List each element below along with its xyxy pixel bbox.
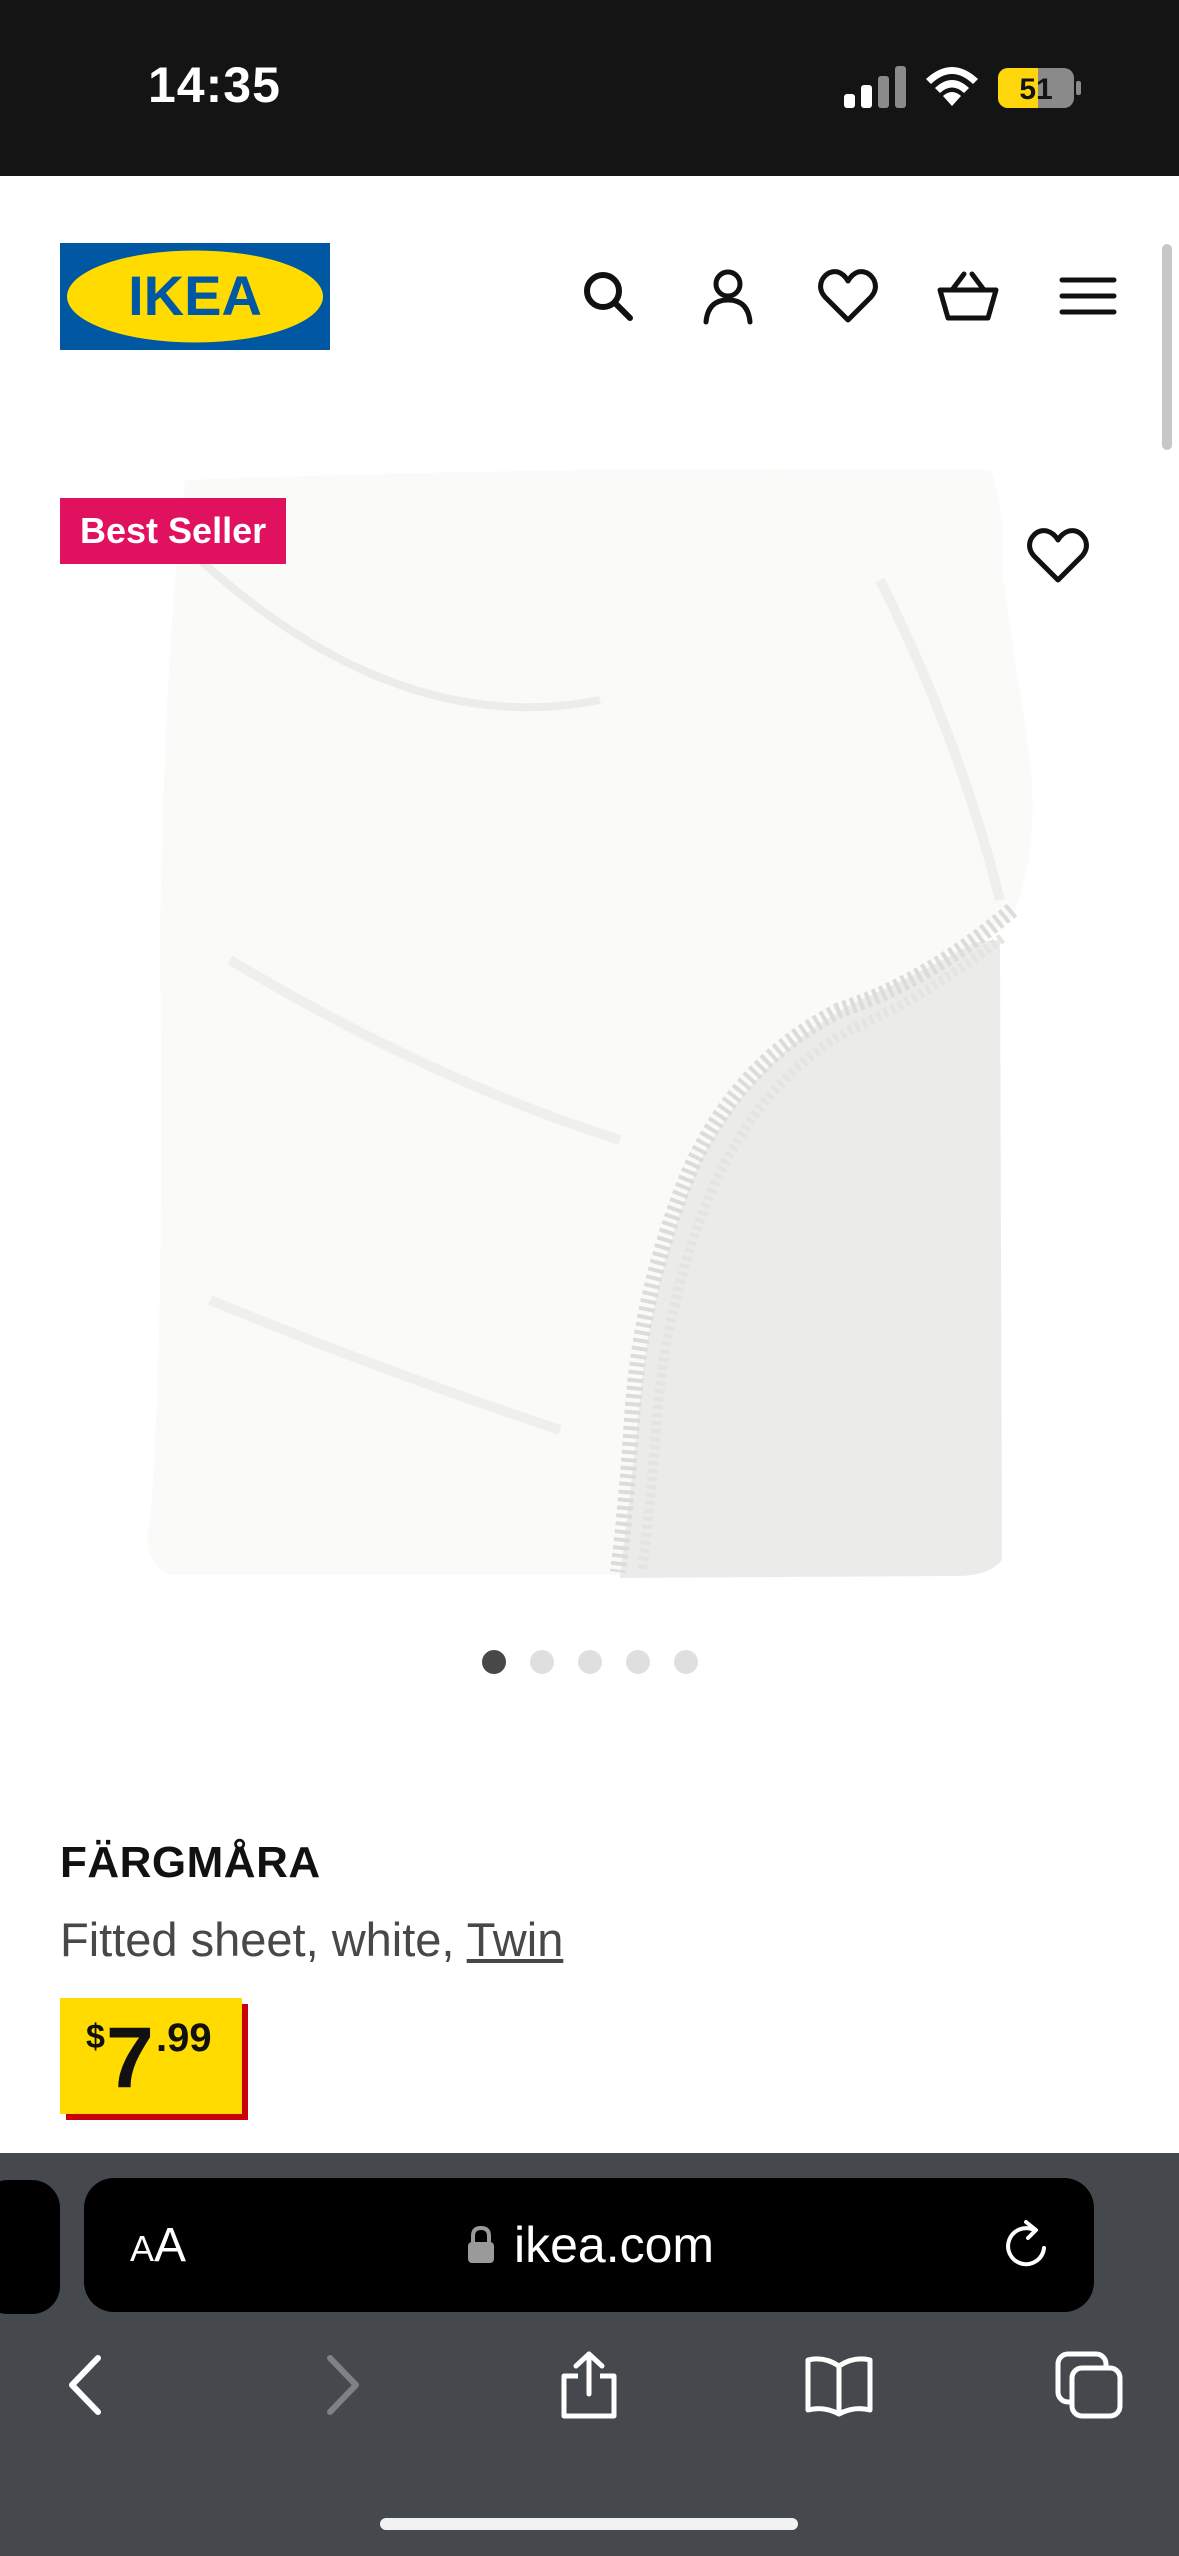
- best-seller-badge: Best Seller: [60, 498, 287, 564]
- lock-icon: [468, 2226, 494, 2263]
- cart-icon[interactable]: [936, 264, 1000, 328]
- size-link[interactable]: Twin: [467, 1913, 564, 1966]
- product-name: FÄRGMÅRA: [60, 1838, 321, 1887]
- address-bar[interactable]: AA ikea.com: [84, 2178, 1094, 2312]
- reload-icon[interactable]: [1000, 2218, 1054, 2272]
- image-carousel-dots: [0, 1650, 1179, 1674]
- product-type-color: Fitted sheet, white,: [60, 1913, 467, 1966]
- carousel-dot-2[interactable]: [530, 1650, 554, 1674]
- battery-level: 51: [1019, 73, 1052, 106]
- bookmarks-icon[interactable]: [804, 2350, 874, 2420]
- page-scrollbar[interactable]: [1162, 244, 1172, 450]
- tabs-icon[interactable]: [1054, 2350, 1124, 2420]
- ikea-logo[interactable]: IKEA: [60, 243, 330, 350]
- wishlist-heart-icon[interactable]: [1024, 524, 1092, 586]
- carousel-dot-1[interactable]: [482, 1650, 506, 1674]
- url-text[interactable]: ikea.com: [514, 2216, 714, 2274]
- previous-tab-preview[interactable]: [0, 2180, 60, 2314]
- cellular-signal-icon: [844, 66, 906, 108]
- logo-text: IKEA: [128, 264, 262, 327]
- carousel-dot-5[interactable]: [674, 1650, 698, 1674]
- text-size-large-a: A: [154, 2219, 187, 2272]
- price-currency: $: [86, 2018, 105, 2056]
- price-decimal: .99: [156, 2016, 212, 2060]
- home-indicator[interactable]: [380, 2518, 798, 2530]
- product-description: Fitted sheet, white, Twin: [60, 1912, 563, 1967]
- menu-icon[interactable]: [1056, 264, 1120, 328]
- status-bar: 14:35 51: [0, 0, 1179, 176]
- product-image[interactable]: [0, 440, 1179, 1620]
- wifi-icon: [926, 67, 978, 106]
- battery-icon: 51: [998, 68, 1081, 108]
- text-size-button[interactable]: AA: [130, 2218, 186, 2273]
- price-integer: 7: [106, 2010, 154, 2106]
- forward-icon[interactable]: [306, 2350, 376, 2420]
- carousel-dot-3[interactable]: [578, 1650, 602, 1674]
- text-size-small-a: A: [130, 2228, 155, 2269]
- price-tag: $ 7 .99: [60, 1998, 242, 2114]
- carousel-dot-4[interactable]: [626, 1650, 650, 1674]
- back-icon[interactable]: [52, 2350, 122, 2420]
- account-icon[interactable]: [696, 264, 760, 328]
- share-icon[interactable]: [554, 2350, 624, 2420]
- search-icon[interactable]: [576, 264, 640, 328]
- heart-icon[interactable]: [816, 264, 880, 328]
- status-time: 14:35: [148, 57, 281, 113]
